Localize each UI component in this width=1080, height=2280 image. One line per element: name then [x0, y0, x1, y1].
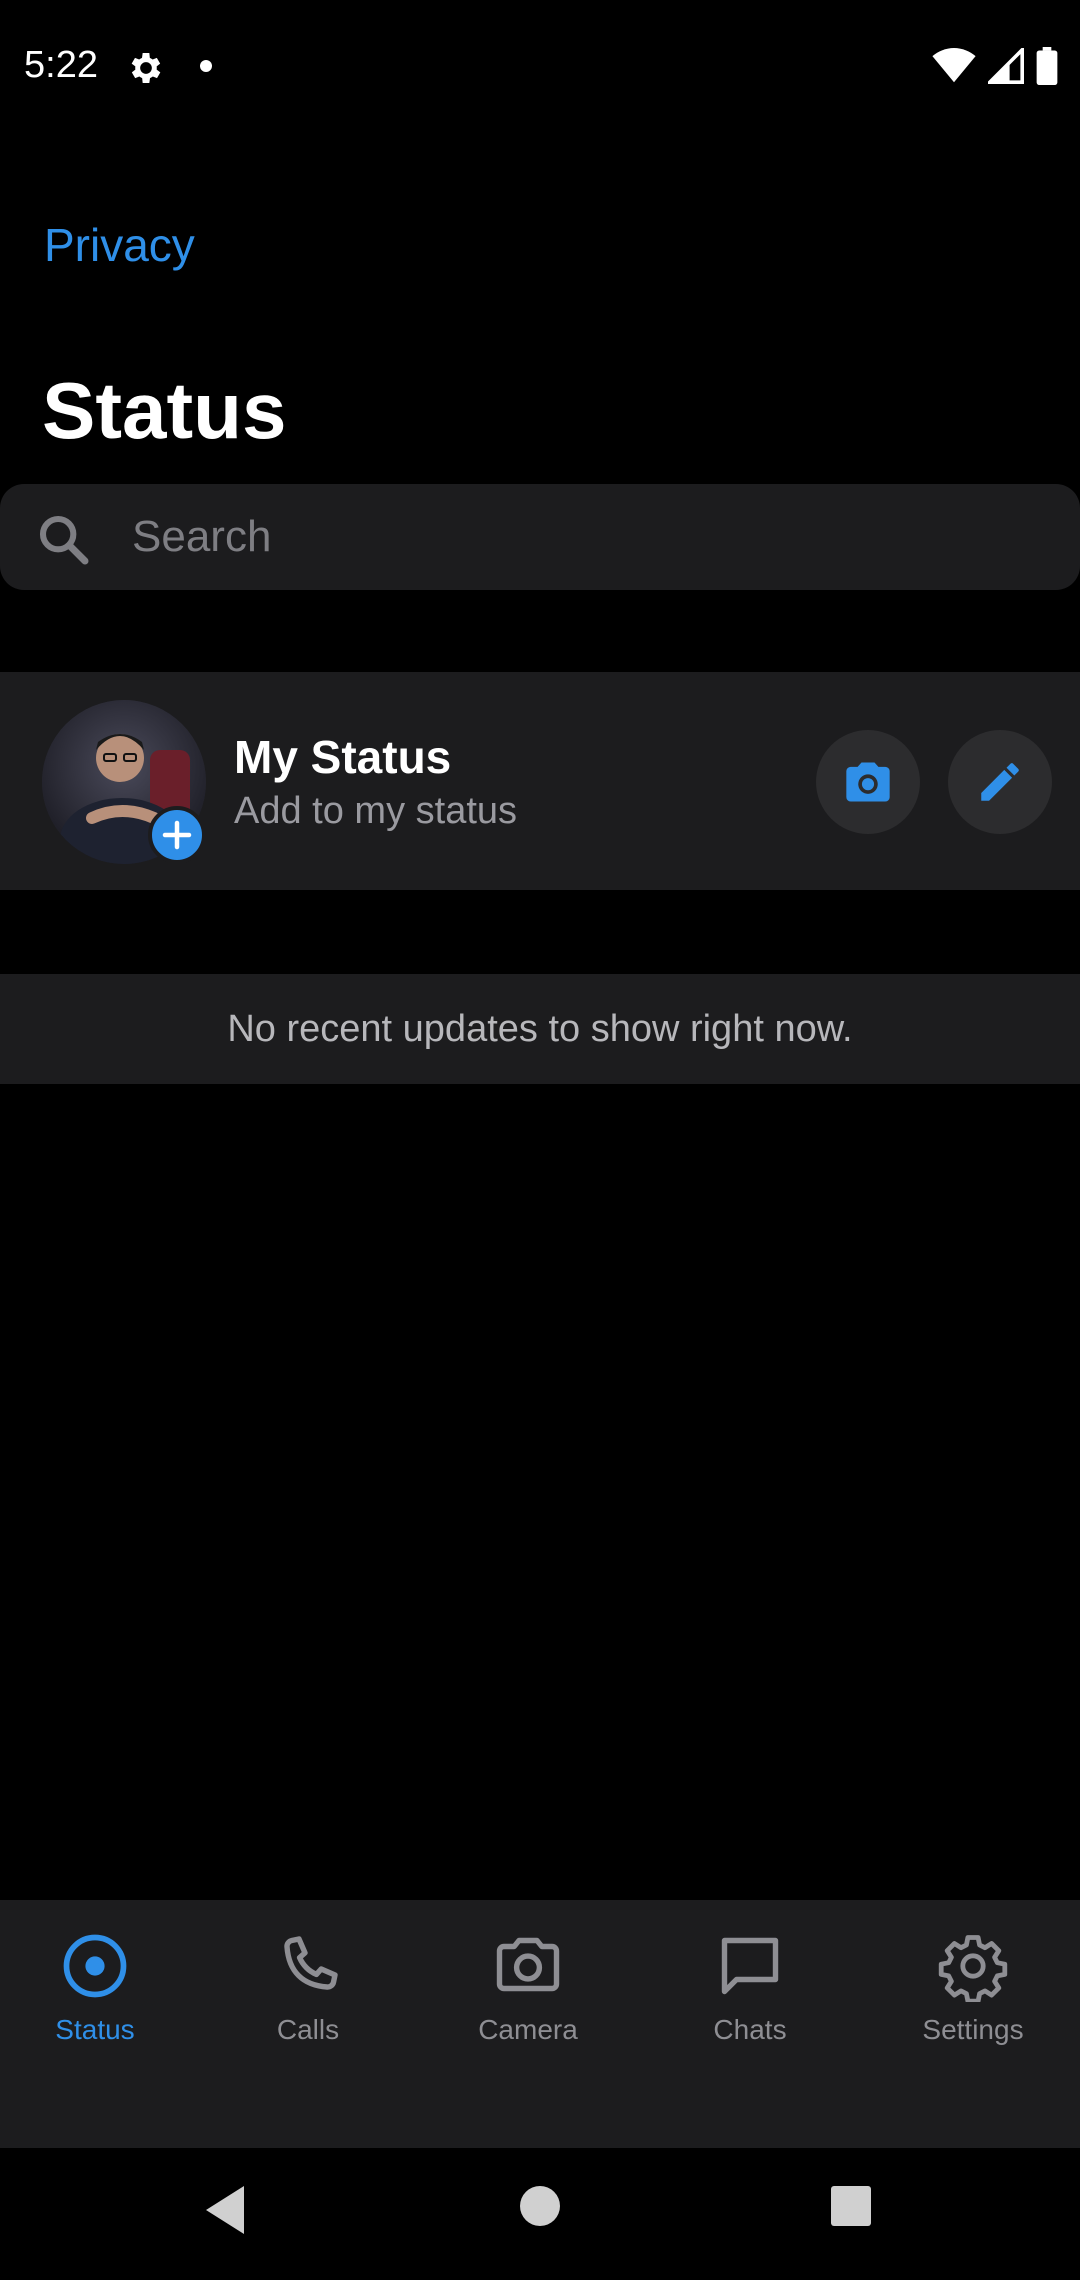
plus-icon	[162, 820, 192, 850]
camera-status-button[interactable]	[816, 730, 920, 834]
phone-icon	[284, 1936, 338, 1990]
tab-chats-label: Chats	[713, 2014, 787, 2045]
tab-status[interactable]: Status	[0, 1930, 195, 2046]
notification-dot-icon	[200, 60, 212, 72]
privacy-link[interactable]: Privacy	[44, 218, 195, 272]
my-status-row[interactable]: My Status Add to my status	[0, 672, 1080, 890]
search-input[interactable]	[132, 484, 1032, 590]
tab-camera[interactable]: Camera	[428, 1930, 628, 2046]
back-icon[interactable]	[204, 2184, 248, 2236]
system-navigation-bar	[0, 2148, 1080, 2280]
wifi-icon	[932, 48, 976, 83]
page-title: Status	[42, 366, 287, 455]
search-bar[interactable]	[0, 484, 1080, 590]
tab-settings-label: Settings	[922, 2014, 1024, 2045]
tab-camera-label: Camera	[478, 2014, 578, 2045]
system-indicators	[932, 46, 1058, 86]
bottom-tab-bar: Status Calls Camera Chats Settings	[0, 1900, 1080, 2148]
tab-chats[interactable]: Chats	[650, 1930, 850, 2046]
empty-state-message: No recent updates to show right now.	[227, 1007, 853, 1050]
pencil-icon	[981, 763, 1019, 801]
search-icon	[39, 515, 89, 565]
battery-icon	[1036, 47, 1058, 85]
add-status-badge[interactable]	[148, 806, 206, 864]
recents-icon[interactable]	[829, 2184, 873, 2228]
tab-calls[interactable]: Calls	[208, 1930, 408, 2046]
gear-icon	[938, 1935, 1008, 2002]
text-status-button[interactable]	[948, 730, 1052, 834]
settings-notification-icon	[131, 53, 161, 83]
home-icon[interactable]	[518, 2184, 562, 2228]
tab-status-label: Status	[55, 2014, 135, 2045]
no-updates-banner: No recent updates to show right now.	[0, 974, 1080, 1084]
tab-calls-label: Calls	[276, 2014, 340, 2045]
tab-settings[interactable]: Settings	[873, 1930, 1073, 2046]
status-bar: 5:22	[0, 0, 1080, 135]
camera-icon	[846, 762, 890, 802]
cell-signal-icon	[988, 48, 1024, 84]
chat-bubble-icon	[721, 1937, 779, 1995]
camera-icon	[496, 1937, 560, 1992]
status-ring-icon	[63, 1934, 127, 1998]
my-status-subtitle: Add to my status	[234, 790, 518, 832]
status-time: 5:22	[24, 44, 98, 86]
my-status-title: My Status	[234, 731, 452, 783]
